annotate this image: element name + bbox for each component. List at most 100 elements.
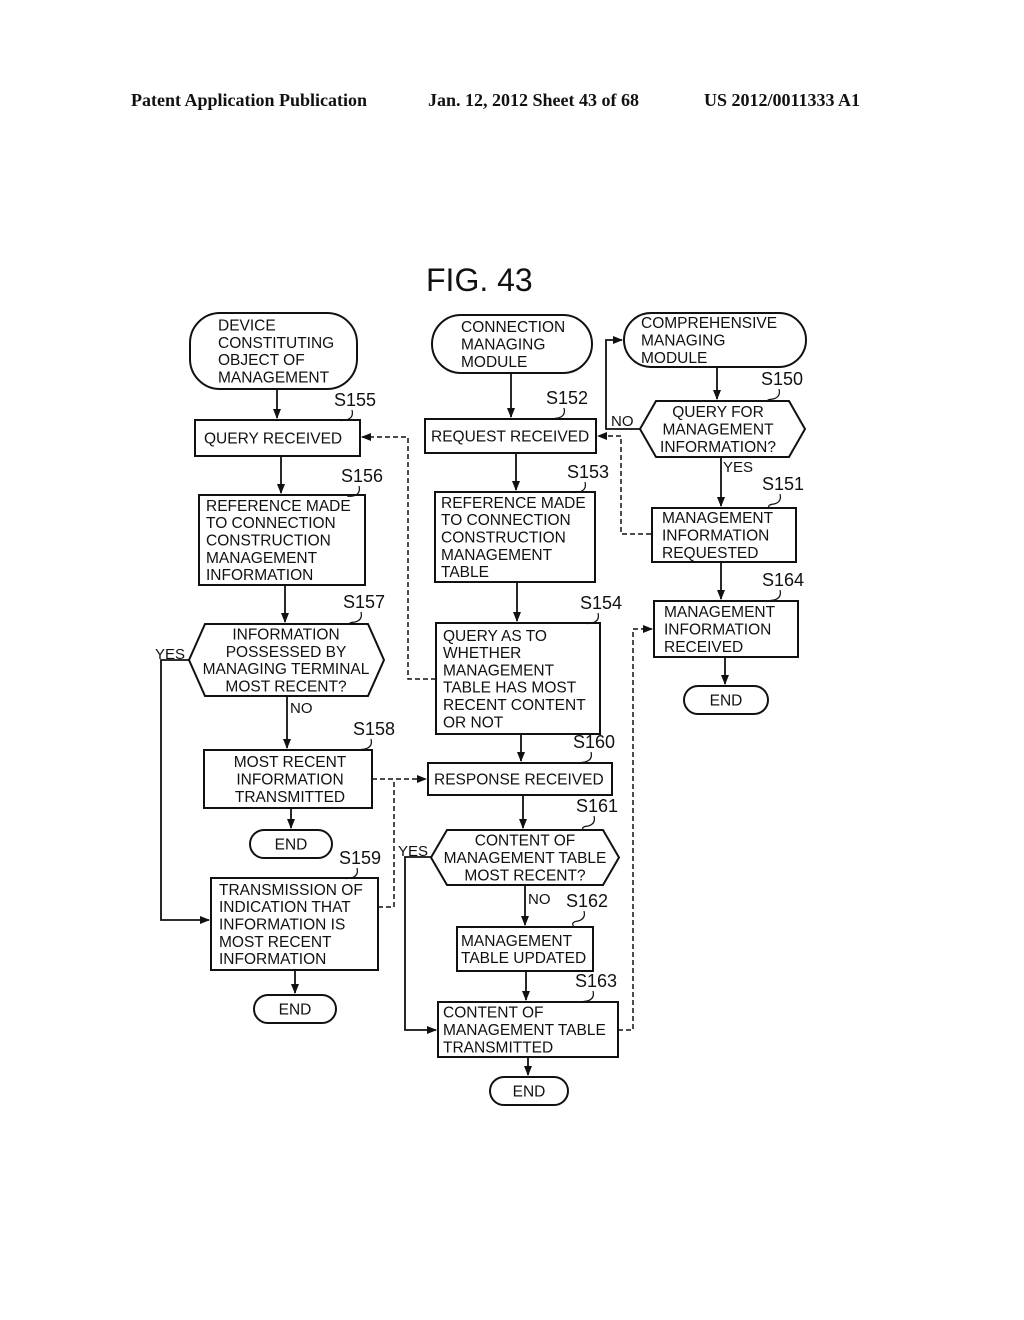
node-text-line: TRANSMITTED — [443, 1039, 553, 1056]
node-s155: QUERY RECEIVED S155 — [194, 390, 376, 457]
node-text-line: QUERY AS TO — [443, 628, 547, 645]
node-text-line: TRANSMISSION OF — [219, 882, 363, 899]
step-label: S152 — [546, 388, 588, 408]
branch-label-s157-no: NO — [290, 700, 313, 717]
step-leader-line — [767, 388, 780, 402]
node-text-line: CONTENT OF — [475, 833, 575, 850]
node-text-line: DEVICE — [218, 318, 276, 335]
node-text-line: REFERENCE MADE — [441, 495, 586, 512]
node-text-line: POSSESSED BY — [226, 644, 347, 661]
node-text-line: QUERY FOR — [672, 404, 764, 421]
step-label: S155 — [334, 390, 376, 410]
step-label: S160 — [573, 732, 615, 752]
node-text-line: MOST RECENT — [219, 934, 332, 951]
node-s154: QUERY AS TOWHETHERMANAGEMENTTABLE HAS MO… — [435, 593, 622, 735]
step-leader-line — [359, 738, 372, 751]
node-conn-start: CONNECTIONMANAGINGMODULE — [431, 314, 593, 374]
node-text-line: MODULE — [641, 350, 707, 367]
step-label: S161 — [576, 796, 618, 816]
step-label: S151 — [762, 474, 804, 494]
node-text-line: TABLE HAS MOST — [443, 680, 577, 697]
node-text-line: CONTENT OF — [443, 1005, 543, 1022]
node-s157: INFORMATIONPOSSESSED BYMANAGING TERMINAL… — [187, 592, 386, 697]
node-text-line: CONSTRUCTION — [206, 533, 331, 550]
node-text-line: MOST RECENT — [234, 754, 347, 771]
node-text-line: CONNECTION — [461, 319, 565, 336]
node-text-line: CONSTRUCTION — [441, 530, 566, 547]
node-end-d: END — [489, 1076, 569, 1106]
step-label: S157 — [343, 592, 385, 612]
node-text-line: CONSTITUTING — [218, 335, 334, 352]
node-text-line: INFORMATION — [236, 772, 343, 789]
step-leader-line — [573, 481, 586, 494]
step-label: S156 — [341, 466, 383, 486]
node-text-line: OR NOT — [443, 714, 504, 731]
node-text-line: TRANSMITTED — [235, 789, 345, 806]
step-leader-line — [340, 409, 353, 422]
node-text-line: MANAGEMENT — [461, 933, 573, 950]
node-text-line: TABLE — [441, 564, 489, 581]
node-text-line: RECEIVED — [664, 639, 743, 656]
node-text-line: MANAGEMENT — [218, 369, 330, 386]
node-text-line: RESPONSE RECEIVED — [434, 772, 604, 789]
step-label: S150 — [761, 369, 803, 389]
node-text-line: END — [710, 693, 743, 710]
step-label: S164 — [762, 570, 804, 590]
node-text-line: TO CONNECTION — [441, 512, 571, 529]
branch-label-s150-no: NO — [611, 413, 634, 430]
step-leader-line — [349, 611, 362, 625]
step-label: S154 — [580, 593, 622, 613]
node-text-line: TO CONNECTION — [206, 515, 336, 532]
node-s159: TRANSMISSION OFINDICATION THATINFORMATIO… — [210, 848, 381, 971]
node-text-line: MOST RECENT? — [225, 678, 347, 695]
node-s164: MANAGEMENTINFORMATIONRECEIVED S164 — [653, 570, 804, 658]
node-text-line: INDICATION THAT — [219, 899, 351, 916]
node-text-line: REQUEST RECEIVED — [431, 429, 589, 446]
node-text-line: MOST RECENT? — [464, 867, 586, 884]
node-text-line: INFORMATION — [662, 528, 769, 545]
step-label: S159 — [339, 848, 381, 868]
node-text-line: MANAGEMENT — [662, 510, 774, 527]
node-device-start: DEVICECONSTITUTINGOBJECT OFMANAGEMENT — [189, 312, 358, 390]
flow-arrow — [160, 659, 210, 924]
step-leader-line — [582, 815, 595, 831]
node-text-line: END — [279, 1002, 312, 1019]
step-label: S153 — [567, 462, 609, 482]
node-text-line: INFORMATION — [664, 622, 771, 639]
node-text-line: INFORMATION — [206, 567, 313, 584]
branch-label-s161-yes: YES — [398, 843, 428, 860]
node-s158: MOST RECENTINFORMATIONTRANSMITTED S158 — [203, 719, 395, 809]
node-text-line: INFORMATION — [232, 627, 339, 644]
flowchart: DEVICECONSTITUTINGOBJECT OFMANAGEMENTCON… — [155, 312, 807, 1106]
branch-label-s157-yes: YES — [155, 646, 185, 663]
node-s151: MANAGEMENTINFORMATIONREQUESTED S151 — [651, 474, 804, 563]
step-leader-line — [586, 612, 599, 625]
node-s156: REFERENCE MADETO CONNECTIONCONSTRUCTIONM… — [198, 466, 383, 586]
branch-label-s161-no: NO — [528, 891, 551, 908]
node-text-line: TABLE UPDATED — [461, 950, 586, 967]
node-text-line: END — [513, 1084, 546, 1101]
node-end-c: END — [253, 994, 337, 1024]
node-text-line: MANAGEMENT — [664, 604, 776, 621]
node-s163: CONTENT OFMANAGEMENT TABLETRANSMITTED S16… — [437, 971, 619, 1058]
node-text-line: MODULE — [461, 354, 527, 371]
step-label: S162 — [566, 891, 608, 911]
node-s161: CONTENT OFMANAGEMENT TABLEMOST RECENT? S1… — [429, 796, 621, 886]
node-text-line: COMPREHENSIVE — [641, 315, 777, 332]
step-leader-line — [768, 589, 781, 602]
node-text-line: RECENT CONTENT — [443, 697, 586, 714]
node-text-line: INFORMATION IS — [219, 917, 345, 934]
node-text-line: MANAGEMENT — [443, 662, 555, 679]
node-text-line: MANAGEMENT — [206, 550, 318, 567]
node-text-line: QUERY RECEIVED — [204, 431, 342, 448]
node-text-line: MANAGEMENT TABLE — [443, 1022, 606, 1039]
node-text-line: MANAGEMENT — [441, 547, 553, 564]
node-text-line: MANAGING — [461, 337, 545, 354]
node-text-line: REFERENCE MADE — [206, 498, 351, 515]
dashed-message-arrow — [597, 432, 651, 535]
shapes: DEVICECONSTITUTINGOBJECT OFMANAGEMENTCON… — [155, 312, 807, 1106]
flow-arrow — [404, 856, 437, 1034]
node-text-line: INFORMATION — [219, 951, 326, 968]
node-text-line: REQUESTED — [662, 545, 758, 562]
node-comp-start: COMPREHENSIVEMANAGINGMODULE — [623, 312, 807, 368]
